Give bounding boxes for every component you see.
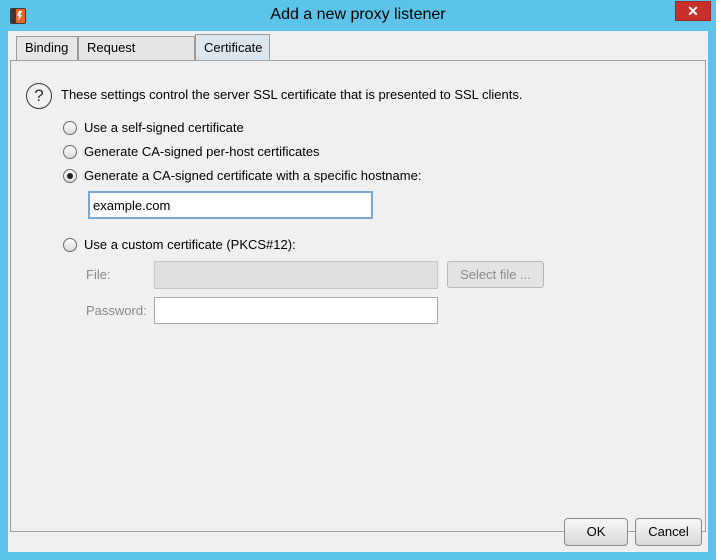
certificate-panel: ? These settings control the server SSL … [10, 60, 706, 532]
close-button[interactable]: ✕ [675, 1, 711, 21]
option-label: Use a self-signed certificate [84, 120, 244, 135]
file-label: File: [86, 267, 111, 282]
password-field[interactable] [154, 297, 438, 324]
tab-certificate[interactable]: Certificate [195, 34, 270, 61]
radio-per-host[interactable] [63, 145, 77, 159]
option-label: Use a custom certificate (PKCS#12): [84, 237, 296, 252]
intro-text: These settings control the server SSL ce… [61, 87, 523, 102]
password-label: Password: [86, 303, 147, 318]
radio-custom-certificate[interactable] [63, 238, 77, 252]
option-label: Generate a CA-signed certificate with a … [84, 168, 422, 183]
ok-button[interactable]: OK [564, 518, 628, 546]
dialog-window: Add a new proxy listener ✕ Binding Reque… [0, 0, 716, 560]
radio-specific-hostname[interactable] [63, 169, 77, 183]
cancel-button[interactable]: Cancel [635, 518, 702, 546]
title-bar[interactable]: Add a new proxy listener ✕ [0, 0, 716, 32]
dialog-body: Binding Request handling Certificate ? T… [8, 31, 708, 552]
help-icon[interactable]: ? [26, 83, 52, 109]
file-path-field [154, 261, 438, 289]
radio-self-signed[interactable] [63, 121, 77, 135]
tab-request-handling[interactable]: Request handling [78, 36, 195, 77]
option-label: Generate CA-signed per-host certificates [84, 144, 320, 159]
select-file-button: Select file ... [447, 261, 544, 288]
tab-binding[interactable]: Binding [16, 36, 78, 60]
window-title: Add a new proxy listener [270, 6, 446, 23]
hostname-input[interactable] [88, 191, 373, 219]
tab-bar: Binding Request handling Certificate [8, 31, 708, 77]
